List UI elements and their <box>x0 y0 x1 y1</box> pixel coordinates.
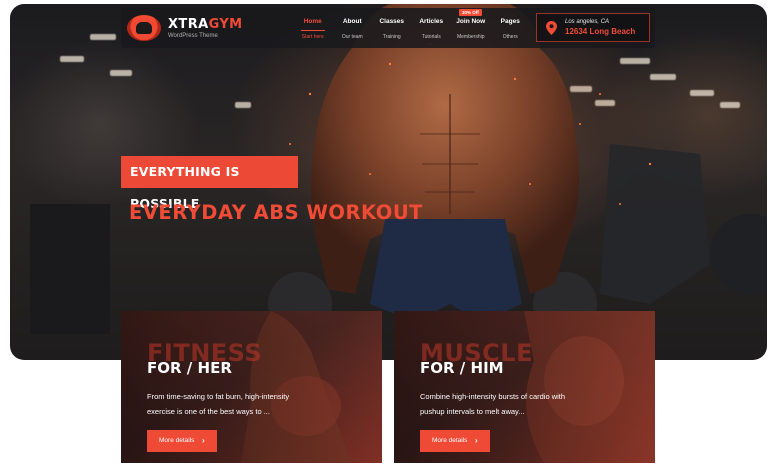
site-header: XTRAGYM WordPress Theme Home Start here A… <box>121 8 655 48</box>
brand-logo[interactable]: XTRAGYM WordPress Theme <box>127 15 277 41</box>
card-description: From time-saving to fat burn, high-inten… <box>147 392 290 416</box>
map-pin-icon <box>546 21 557 35</box>
more-details-button[interactable]: More details › <box>420 430 490 452</box>
card-title: FOR / HER <box>147 359 232 377</box>
location-city: Los angeles, CA <box>565 19 610 25</box>
nav-item-classes[interactable]: Classes Training <box>372 8 412 48</box>
program-card-him: MUSCLE FOR / HIM Combine high-intensity … <box>394 311 655 463</box>
brand-tagline: WordPress Theme <box>168 32 218 39</box>
location-address: 12634 Long Beach <box>565 27 636 36</box>
chevron-right-icon: › <box>475 436 478 445</box>
discount-badge: 30% Off <box>459 9 482 16</box>
nav-item-home[interactable]: Home Start here <box>293 8 333 48</box>
nav-item-pages[interactable]: Pages Others <box>491 8 531 48</box>
nav-item-about[interactable]: About Our team <box>333 8 373 48</box>
brand-name: XTRAGYM <box>168 16 243 32</box>
main-nav: Home Start here About Our team Classes Trai… <box>293 8 530 48</box>
card-description: Combine high-intensity bursts of cardio … <box>420 392 566 416</box>
hero-tagline: EVERYTHING IS POSSIBLE <box>121 156 298 211</box>
nav-item-join-now[interactable]: 30% Off Join Now Membership <box>451 8 491 48</box>
gym-logo-icon <box>127 15 161 41</box>
chevron-right-icon: › <box>202 436 205 445</box>
more-details-button[interactable]: More details › <box>147 430 217 452</box>
card-title: FOR / HIM <box>420 359 504 377</box>
nav-item-articles[interactable]: Articles Tutorials <box>412 8 452 48</box>
location-box[interactable]: Los angeles, CA 12634 Long Beach <box>536 13 650 42</box>
program-card-her: FITNESS FOR / HER From time-saving to fa… <box>121 311 382 463</box>
hero-title: EVERYDAY ABS WORKOUT <box>129 201 423 224</box>
